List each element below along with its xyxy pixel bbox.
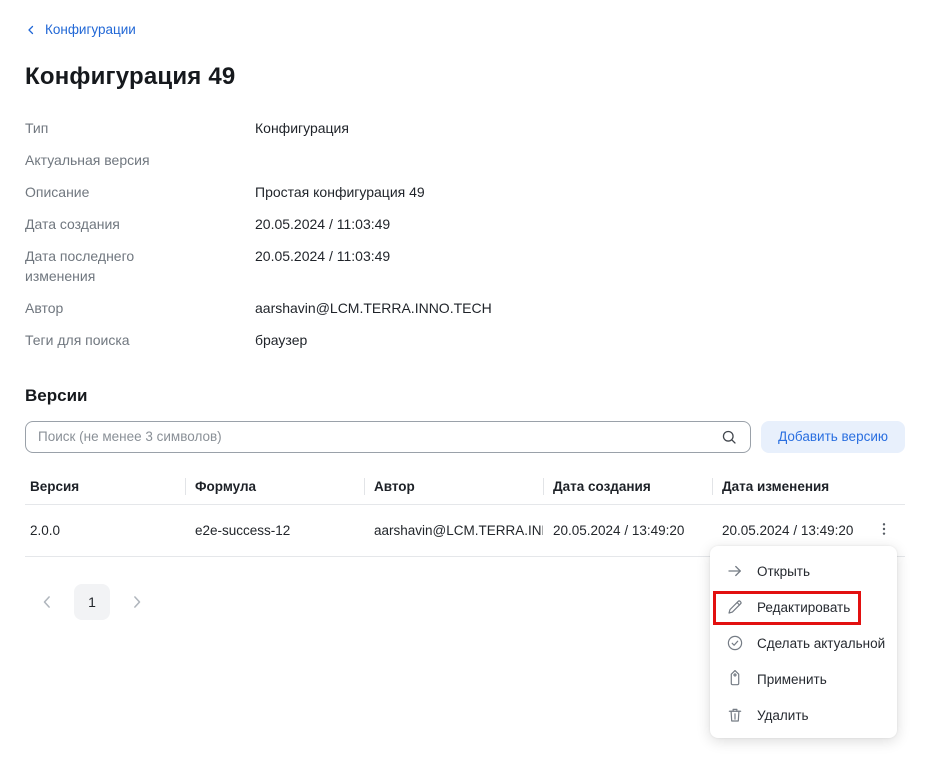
menu-item-label: Применить (757, 672, 827, 687)
cell-author: aarshavin@LCM.TERRA.INNO.TECH (364, 504, 543, 556)
table-header-row: Версия Формула Автор Дата создания Дата … (25, 469, 905, 505)
detail-value: 20.05.2024 / 11:03:49 (255, 246, 905, 286)
search-box (25, 421, 751, 453)
cell-version: 2.0.0 (25, 504, 185, 556)
detail-label: Дата создания (25, 214, 190, 234)
search-input[interactable] (25, 421, 751, 453)
detail-label: Автор (25, 298, 190, 318)
detail-label: Теги для поиска (25, 330, 190, 350)
back-link[interactable]: Конфигурации (25, 22, 136, 37)
chevron-left-icon (37, 592, 57, 612)
cell-formula: e2e-success-12 (185, 504, 364, 556)
detail-value: Конфигурация (255, 118, 905, 138)
menu-item-label: Открыть (757, 564, 810, 579)
add-version-button[interactable]: Добавить версию (761, 421, 905, 453)
versions-heading: Версии (25, 386, 905, 406)
pagination-page-1[interactable]: 1 (74, 584, 110, 620)
column-header-modified: Дата изменения (712, 469, 862, 505)
chevron-left-icon (25, 24, 37, 36)
menu-item-apply[interactable]: Применить (710, 661, 897, 697)
detail-label: Дата последнего изменения (25, 246, 190, 286)
page-title: Конфигурация 49 (25, 63, 905, 91)
menu-item-edit[interactable]: Редактировать (710, 589, 897, 625)
details-list: Тип Конфигурация Актуальная версия Описа… (25, 118, 905, 350)
menu-item-open[interactable]: Открыть (710, 553, 897, 589)
search-row: Добавить версию (25, 421, 905, 453)
column-header-version: Версия (25, 469, 185, 505)
detail-value: Простая конфигурация 49 (255, 182, 905, 202)
detail-label: Актуальная версия (25, 150, 190, 170)
arrow-right-icon (726, 562, 744, 580)
column-header-created: Дата создания (543, 469, 712, 505)
kebab-menu-icon[interactable] (876, 520, 892, 541)
menu-item-label: Редактировать (757, 600, 850, 615)
check-circle-icon (726, 634, 744, 652)
pagination-next-button[interactable] (127, 592, 147, 612)
detail-value (255, 150, 905, 170)
column-header-actions (862, 469, 905, 505)
detail-value: 20.05.2024 / 11:03:49 (255, 214, 905, 234)
chevron-right-icon (127, 592, 147, 612)
context-menu: Открыть Редактировать Сделать актуальной… (710, 546, 897, 738)
detail-value: браузер (255, 330, 905, 350)
configuration-detail-page: Конфигурации Конфигурация 49 Тип Конфигу… (0, 0, 930, 761)
menu-item-label: Сделать актуальной (757, 636, 885, 651)
menu-item-delete[interactable]: Удалить (710, 697, 897, 733)
trash-icon (726, 706, 744, 724)
pagination-prev-button[interactable] (37, 592, 57, 612)
detail-value: aarshavin@LCM.TERRA.INNO.TECH (255, 298, 905, 318)
column-header-formula: Формула (185, 469, 364, 505)
versions-table: Версия Формула Автор Дата создания Дата … (25, 469, 905, 557)
search-icon[interactable] (720, 428, 738, 451)
detail-label: Тип (25, 118, 190, 138)
back-link-label: Конфигурации (45, 22, 136, 37)
tag-icon (726, 670, 744, 688)
pencil-icon (726, 598, 744, 616)
column-header-author: Автор (364, 469, 543, 505)
cell-created: 20.05.2024 / 13:49:20 (543, 504, 712, 556)
menu-item-make-actual[interactable]: Сделать актуальной (710, 625, 897, 661)
detail-label: Описание (25, 182, 190, 202)
menu-item-label: Удалить (757, 708, 809, 723)
